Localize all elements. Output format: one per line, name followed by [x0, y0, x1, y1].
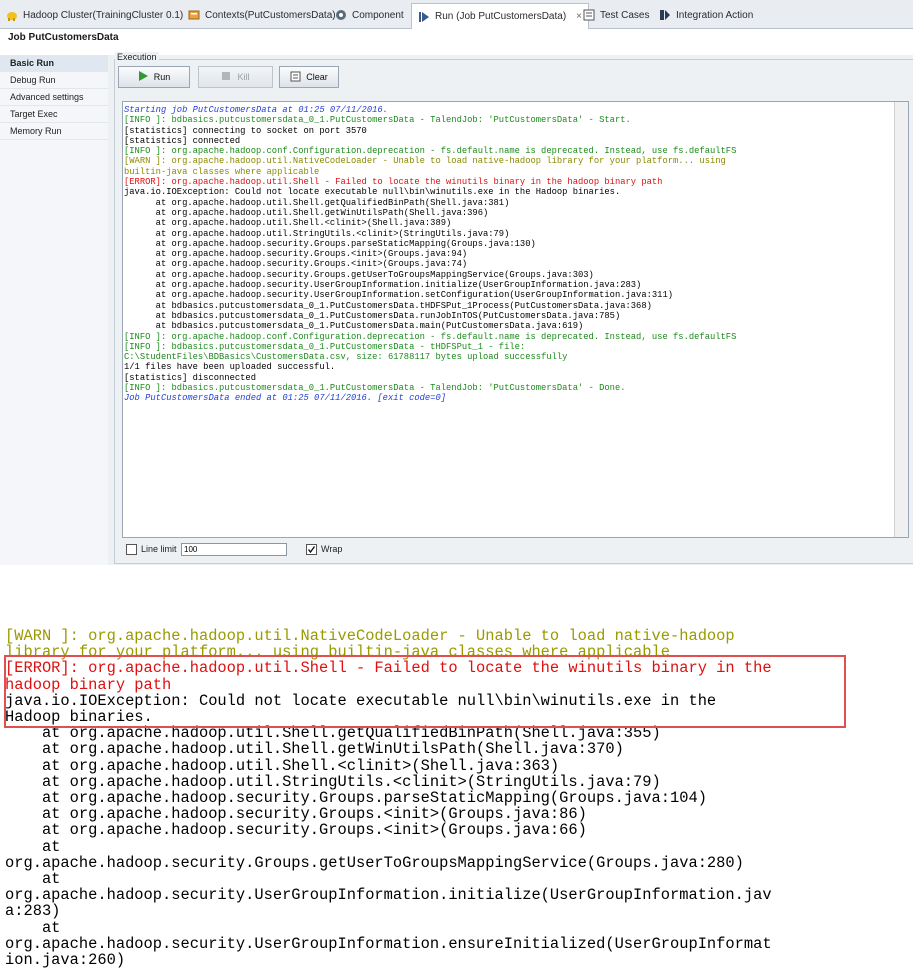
console-line: at org.apache.hadoop.security.UserGroupI…	[124, 280, 642, 291]
console-line: java.io.IOException: Could not locate ex…	[124, 187, 621, 198]
line-limit-group: Line limit	[126, 544, 177, 556]
console-scrollbar[interactable]	[894, 102, 908, 537]
zoomed-line: at	[5, 837, 61, 856]
tab-label: Hadoop Cluster(TrainingCluster 0.1)	[23, 9, 184, 21]
zoomed-line: at org.apache.hadoop.security.Groups.<in…	[5, 821, 587, 840]
zoomed-line: a:283)	[5, 902, 61, 921]
kill-button[interactable]: Kill	[198, 66, 273, 88]
clear-button[interactable]: Clear	[279, 66, 339, 88]
job-title: Job PutCustomersData	[8, 32, 119, 43]
console-line: C:\StudentFiles\BDBasics\CustomersData.c…	[124, 352, 568, 363]
run-mode-nav: Basic Run Debug Run Advanced settings Ta…	[0, 55, 109, 565]
console-line: 1/1 files have been uploaded successful.	[124, 362, 336, 373]
tab-test-cases[interactable]: Test Cases	[583, 4, 649, 26]
component-icon	[335, 9, 347, 21]
console-line: at bdbasics.putcustomersdata_0_1.PutCust…	[124, 310, 621, 321]
zoomed-line: at	[5, 870, 61, 889]
clear-icon	[290, 71, 301, 84]
nav-debug-run[interactable]: Debug Run	[0, 72, 108, 89]
execution-legend: Execution	[115, 52, 159, 62]
clear-label: Clear	[306, 72, 328, 82]
console-line: at org.apache.hadoop.security.Groups.par…	[124, 238, 536, 249]
line-limit-input[interactable]	[181, 543, 287, 556]
wrap-checkbox[interactable]	[306, 544, 317, 556]
console-line: builtin-java classes where applicable	[124, 166, 320, 177]
integration-icon	[659, 9, 671, 21]
tab-label: Integration Action	[676, 9, 754, 21]
console-line: at org.apache.hadoop.security.UserGroupI…	[124, 290, 674, 301]
console-line: [INFO ]: org.apache.hadoop.conf.Configur…	[124, 331, 737, 342]
zoomed-line: at org.apache.hadoop.util.Shell.<clinit>…	[5, 756, 560, 775]
zoomed-line: org.apache.hadoop.security.UserGroupInfo…	[5, 934, 772, 953]
run-icon	[418, 11, 430, 23]
tab-integration-action[interactable]: Integration Action	[659, 4, 753, 26]
editor-tab-bar: Hadoop Cluster(TrainingCluster 0.1) Cont…	[0, 0, 913, 29]
zoomed-line: at org.apache.hadoop.security.Groups.<in…	[5, 805, 587, 824]
error-highlight-box	[4, 655, 846, 728]
hadoop-elephant-icon	[6, 9, 18, 21]
zoomed-line: ion.java:260)	[5, 951, 126, 970]
console-output[interactable]: Starting job PutCustomersData at 01:25 0…	[122, 101, 909, 538]
wrap-group: Wrap	[306, 544, 343, 556]
console-line: [INFO ]: bdbasics.putcustomersdata_0_1.P…	[124, 341, 526, 352]
nav-memory-run[interactable]: Memory Run	[0, 123, 108, 140]
console-line: at org.apache.hadoop.util.Shell.<clinit>…	[124, 218, 452, 229]
zoomed-line: at org.apache.hadoop.util.Shell.getWinUt…	[5, 740, 624, 759]
console-line: Job PutCustomersData ended at 01:25 07/1…	[124, 393, 447, 404]
tab-label: Contexts(PutCustomersData)	[205, 9, 336, 21]
tab-label: Run (Job PutCustomersData)	[435, 11, 567, 22]
stop-icon	[221, 71, 231, 83]
line-limit-checkbox[interactable]	[126, 544, 137, 556]
kill-label: Kill	[237, 72, 250, 82]
zoomed-line: org.apache.hadoop.security.UserGroupInfo…	[5, 886, 772, 905]
zoomed-line: [WARN ]: org.apache.hadoop.util.NativeCo…	[5, 627, 735, 645]
nav-target-exec[interactable]: Target Exec	[0, 106, 108, 123]
tab-run-job[interactable]: Run (Job PutCustomersData) ×	[411, 3, 590, 29]
console-line: [INFO ]: org.apache.hadoop.conf.Configur…	[124, 146, 737, 157]
console-line: at org.apache.hadoop.util.StringUtils.<c…	[124, 228, 510, 239]
console-line: [WARN ]: org.apache.hadoop.util.NativeCo…	[124, 156, 726, 167]
console-lines: Starting job PutCustomersData at 01:25 0…	[123, 102, 908, 404]
console-options-bar: Line limit Wrap	[122, 541, 907, 559]
zoomed-line: at	[5, 918, 61, 937]
console-line: [INFO ]: bdbasics.putcustomersdata_0_1.P…	[124, 115, 631, 126]
contexts-icon	[188, 9, 200, 21]
console-line: at bdbasics.putcustomersdata_0_1.PutCust…	[124, 321, 584, 332]
tab-label: Component	[352, 9, 404, 21]
run-button[interactable]: Run	[118, 66, 190, 88]
tab-contexts[interactable]: Contexts(PutCustomersData)	[188, 4, 336, 26]
tab-component[interactable]: Component	[335, 4, 404, 26]
play-icon	[138, 71, 148, 83]
console-line: at org.apache.hadoop.security.Groups.get…	[124, 269, 594, 280]
nav-advanced-settings[interactable]: Advanced settings	[0, 89, 108, 106]
console-line: [INFO ]: bdbasics.putcustomersdata_0_1.P…	[124, 383, 626, 394]
console-line: [statistics] disconnected	[124, 372, 256, 383]
tab-hadoop-cluster[interactable]: Hadoop Cluster(TrainingCluster 0.1)	[6, 4, 183, 26]
console-line: [ERROR]: org.apache.hadoop.util.Shell - …	[124, 177, 663, 188]
console-line: at org.apache.hadoop.security.Groups.<in…	[124, 249, 468, 260]
console-line: at org.apache.hadoop.util.Shell.getWinUt…	[124, 207, 489, 218]
console-line: at org.apache.hadoop.security.Groups.<in…	[124, 259, 468, 270]
tab-label: Test Cases	[600, 9, 650, 21]
zoomed-line: at org.apache.hadoop.util.StringUtils.<c…	[5, 772, 661, 791]
zoomed-line: org.apache.hadoop.security.Groups.getUse…	[5, 853, 744, 872]
run-label: Run	[153, 72, 171, 82]
test-cases-icon	[583, 9, 595, 21]
zoomed-line: at org.apache.hadoop.security.Groups.par…	[5, 789, 707, 808]
console-line: [statistics] connecting to socket on por…	[124, 125, 367, 136]
console-line: at org.apache.hadoop.util.Shell.getQuali…	[124, 197, 510, 208]
console-line: [statistics] connected	[124, 135, 241, 146]
console-line: Starting job PutCustomersData at 01:25 0…	[124, 105, 388, 115]
nav-basic-run[interactable]: Basic Run	[0, 55, 108, 72]
line-limit-label: Line limit	[141, 544, 177, 554]
console-line: at bdbasics.putcustomersdata_0_1.PutCust…	[124, 300, 652, 311]
close-icon[interactable]: ×	[576, 11, 582, 22]
wrap-label: Wrap	[321, 544, 343, 554]
